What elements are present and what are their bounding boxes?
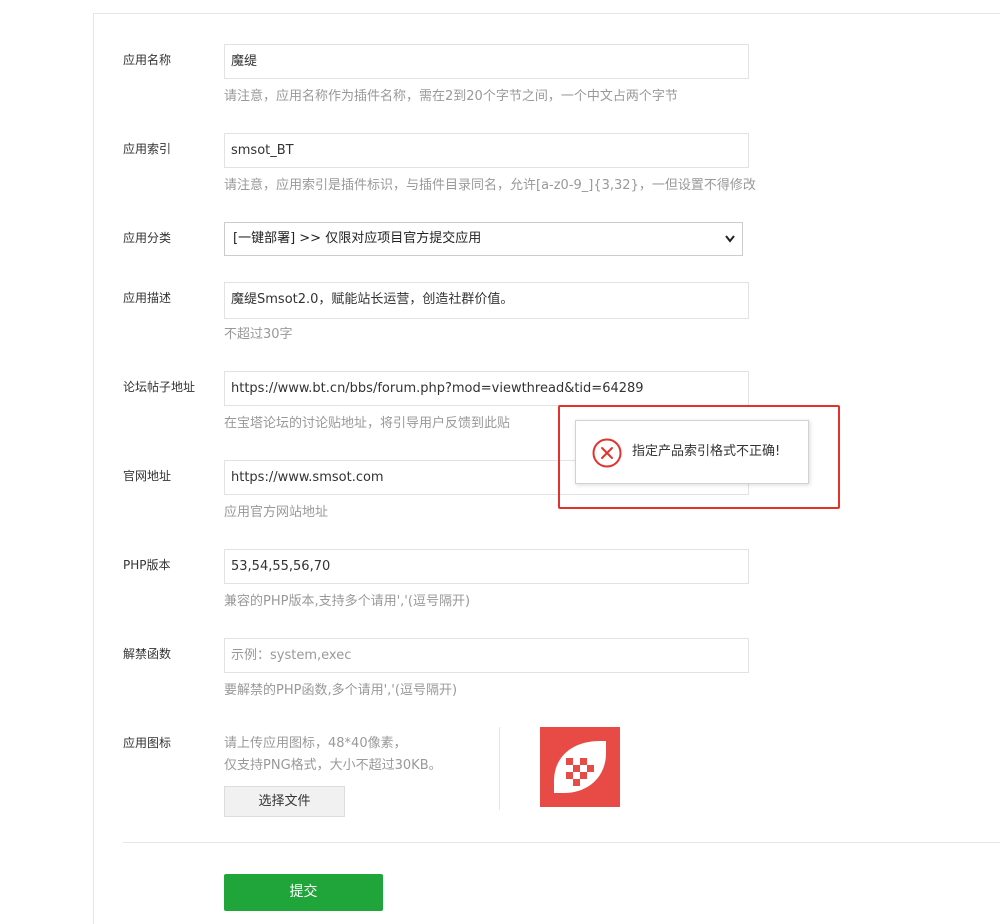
site-url-label: 官网地址 [123,469,172,483]
choose-file-button[interactable]: 选择文件 [224,786,345,817]
chevron-down-icon [724,223,736,267]
error-circle-icon [592,438,622,468]
forum-url-label: 论坛帖子地址 [123,380,196,394]
app-icon-help-line1: 请上传应用图标，48*40像素， [224,736,407,751]
php-version-label: PHP版本 [123,558,171,572]
app-category-select[interactable]: [一键部署] >> 仅限对应项目官方提交应用 [224,222,743,256]
error-toast: 指定产品索引格式不正确! [575,420,809,484]
unban-funcs-label: 解禁函数 [123,647,172,661]
forum-url-input[interactable]: https://www.bt.cn/bbs/forum.php?mod=view… [224,371,749,406]
submit-button[interactable]: 提交 [224,874,383,911]
app-category-selected: [一键部署] >> 仅限对应项目官方提交应用 [233,231,482,246]
unban-funcs-input[interactable]: 示例：system,exec [224,638,749,673]
site-url-help: 应用官方网站地址 [224,505,329,520]
icon-divider [499,727,500,810]
app-icon-help-line2: 仅支持PNG格式，大小不超过30KB。 [224,758,442,773]
app-icon-label: 应用图标 [123,736,172,750]
form-divider [123,842,1000,843]
app-desc-help: 不超过30字 [224,327,293,342]
app-icon-preview [540,727,620,807]
app-index-help: 请注意，应用索引是插件标识，与插件目录同名，允许[a-z0-9_]{3,32}，… [224,178,756,193]
smsot-logo-icon [554,741,606,793]
app-category-label: 应用分类 [123,231,172,245]
php-version-help: 兼容的PHP版本,支持多个请用','(逗号隔开) [224,594,471,609]
app-name-input[interactable]: 魔缇 [224,44,749,79]
app-desc-label: 应用描述 [123,291,172,305]
app-name-label: 应用名称 [123,53,172,67]
toast-message: 指定产品索引格式不正确! [632,444,781,459]
app-index-label: 应用索引 [123,142,172,156]
app-desc-input[interactable]: 魔缇Smsot2.0，赋能站长运营，创造社群价值。 [224,282,749,319]
unban-funcs-help: 要解禁的PHP函数,多个请用','(逗号隔开) [224,683,458,698]
app-index-input[interactable]: smsot_BT [224,133,749,168]
php-version-input[interactable]: 53,54,55,56,70 [224,549,749,584]
forum-url-help: 在宝塔论坛的讨论贴地址，将引导用户反馈到此贴 [224,416,511,431]
app-name-help: 请注意，应用名称作为插件名称，需在2到20个字节之间，一个中文占两个字节 [224,89,678,104]
